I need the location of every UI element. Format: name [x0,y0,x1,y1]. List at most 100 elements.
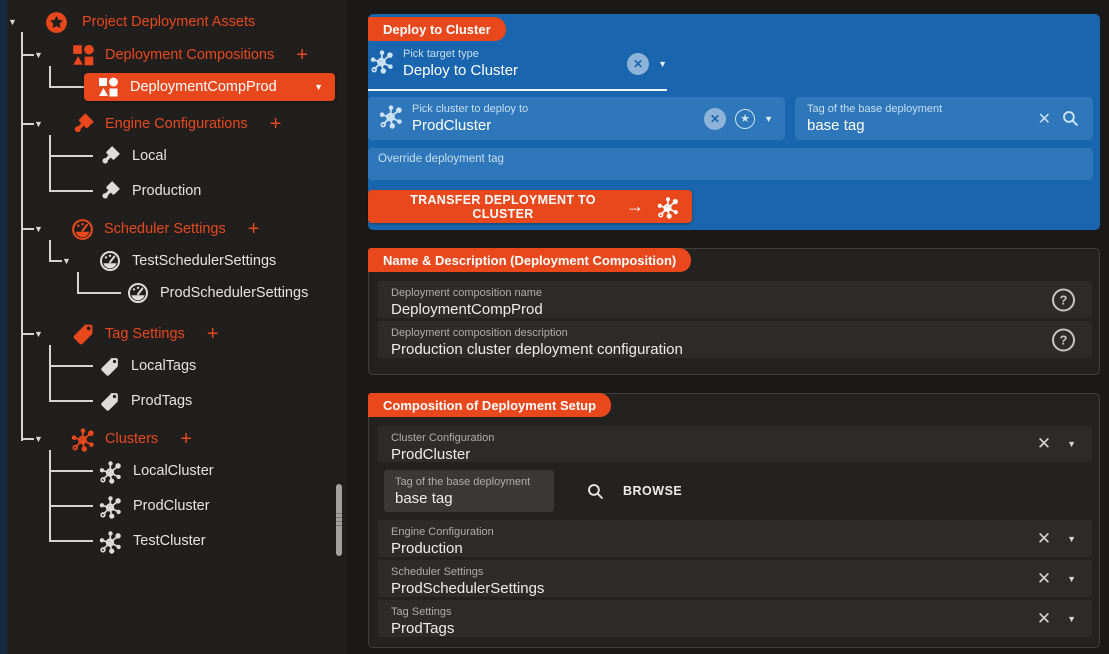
engine-configuration-label: Engine Configuration [391,526,1092,538]
tree-group-scheduler-settings[interactable]: ▼ Scheduler Settings + [34,216,259,242]
tree-item-prod-scheduler-settings[interactable]: ProdSchedulerSettings [126,280,308,306]
cluster-icon [378,103,404,134]
tag-settings-caret-icon[interactable]: ▼ [1067,614,1076,624]
tree-group-label[interactable]: Tag Settings [105,326,185,342]
engine-configuration-select[interactable]: Engine Configuration Production ✕ ▼ [378,520,1092,557]
star-circle-icon[interactable]: ★ [735,109,755,129]
tree-item-local-tags[interactable]: LocalTags [98,353,196,379]
tree-item-test-scheduler-settings[interactable]: ▼ TestSchedulerSettings [62,248,276,274]
tag-settings-select[interactable]: Tag Settings ProdTags ✕ ▼ [378,600,1092,637]
tree-item-label[interactable]: Production [132,183,201,199]
expander-icon[interactable]: ▼ [34,330,46,339]
tree-item-label[interactable]: ProdTags [131,393,192,409]
item-dropdown-caret-icon[interactable]: ▼ [314,82,323,92]
sidebar-scrollbar-thumb[interactable] [336,484,342,556]
cluster-picker-value[interactable]: ProdCluster [412,117,704,134]
tree-item-label[interactable]: Local [132,148,167,164]
cluster-icon [70,426,96,452]
tree-group-deployment-compositions[interactable]: ▼ Deployment Compositions + [34,42,308,68]
override-tag-input[interactable] [368,148,1093,180]
cluster-configuration-select[interactable]: Cluster Configuration ProdCluster ✕ ▼ [378,426,1092,462]
expander-icon[interactable]: ▼ [62,257,74,266]
base-tag-field[interactable]: Tag of the base deployment base tag [384,470,554,512]
help-icon[interactable]: ? [1052,288,1075,311]
cluster-configuration-value[interactable]: ProdCluster [391,446,1092,463]
name-panel-title: Name & Description (Deployment Compositi… [383,253,676,268]
composition-description-value[interactable]: Production cluster deployment configurat… [391,341,1092,358]
add-composition-button[interactable]: + [296,45,308,65]
tree-group-tag-settings[interactable]: ▼ Tag Settings + [34,321,219,347]
cluster-picker-label: Pick cluster to deploy to [412,103,704,115]
add-tag-settings-button[interactable]: + [207,324,219,344]
tree-group-label[interactable]: Deployment Compositions [105,47,274,63]
base-tag-value[interactable]: base tag [395,490,554,507]
base-tag-value[interactable]: base tag [807,117,1038,134]
tree-item-label[interactable]: ProdSchedulerSettings [160,285,308,301]
tree-item-test-cluster[interactable]: TestCluster [98,528,206,554]
engine-icon [98,144,122,168]
tag-settings-value[interactable]: ProdTags [391,620,1092,637]
tree-group-engine-configurations[interactable]: ▼ Engine Configurations + [34,111,281,137]
expander-icon[interactable]: ▼ [34,51,46,60]
engine-config-caret-icon[interactable]: ▼ [1067,534,1076,544]
cluster-icon [98,459,123,484]
tree-item-label[interactable]: LocalTags [131,358,196,374]
tree-item-label[interactable]: DeploymentCompProd [130,79,277,95]
transfer-deployment-button[interactable]: TRANSFER DEPLOYMENT TO CLUSTER → [368,190,692,223]
scheduler-settings-value[interactable]: ProdSchedulerSettings [391,580,1092,597]
scheduler-caret-icon[interactable]: ▼ [1067,574,1076,584]
target-type-caret-icon[interactable]: ▼ [658,59,667,69]
tree-item-label[interactable]: TestCluster [133,533,206,549]
expander-icon[interactable]: ▼ [34,435,46,444]
composition-description-field[interactable]: Deployment composition description Produ… [378,321,1092,358]
deploy-to-cluster-panel: Deploy to Cluster Pick target type Deplo… [368,14,1100,230]
search-icon[interactable] [1060,108,1081,129]
cluster-picker-select[interactable]: Pick cluster to deploy to ProdCluster ✕ … [368,97,785,140]
tree-group-label[interactable]: Clusters [105,431,158,447]
clear-engine-config-button[interactable]: ✕ [1037,529,1051,549]
tree-item-label[interactable]: ProdCluster [133,498,210,514]
tree-root-label[interactable]: Project Deployment Assets [82,14,255,30]
add-cluster-button[interactable]: + [180,429,192,449]
add-scheduler-button[interactable]: + [248,219,260,239]
composition-name-field[interactable]: Deployment composition name DeploymentCo… [378,281,1092,318]
tree-root-project-deployment-assets[interactable]: ▼ Project Deployment Assets [8,9,255,35]
tree-item-label[interactable]: TestSchedulerSettings [132,253,276,269]
clear-tag-settings-button[interactable]: ✕ [1037,609,1051,629]
expander-icon[interactable]: ▼ [8,18,20,27]
tree-connector [49,470,93,472]
tree-item-label[interactable]: LocalCluster [133,463,214,479]
scheduler-settings-select[interactable]: Scheduler Settings ProdSchedulerSettings… [378,560,1092,597]
browse-button[interactable]: BROWSE [585,466,682,516]
expander-icon[interactable]: ▼ [34,120,46,129]
tree-group-label[interactable]: Engine Configurations [105,116,248,132]
clear-cluster-button[interactable]: ✕ [704,108,726,130]
cluster-config-caret-icon[interactable]: ▼ [1067,439,1076,449]
tree-item-production[interactable]: Production [98,178,201,204]
tree-item-prod-cluster[interactable]: ProdCluster [98,493,210,519]
tree-group-label[interactable]: Scheduler Settings [104,221,226,237]
search-icon [585,481,606,502]
override-tag-field[interactable] [368,148,1093,180]
expander-icon[interactable]: ▼ [34,225,46,234]
clear-cluster-config-button[interactable]: ✕ [1037,434,1051,454]
engine-configuration-value[interactable]: Production [391,540,1092,557]
clear-scheduler-button[interactable]: ✕ [1037,569,1051,589]
target-type-select[interactable]: Pick target type Deploy to Cluster ✕ ▼ [368,48,667,79]
cluster-picker-caret-icon[interactable]: ▼ [764,114,773,124]
tree-item-deployment-comp-prod-selected[interactable]: DeploymentCompProd ▼ [84,73,335,101]
clear-base-tag-button[interactable]: ✕ [1038,109,1051,129]
composition-name-value[interactable]: DeploymentCompProd [391,301,1092,318]
tree-item-prod-tags[interactable]: ProdTags [98,388,192,414]
target-type-value[interactable]: Deploy to Cluster [403,62,627,79]
add-engine-config-button[interactable]: + [270,114,282,134]
deploy-panel-title-tab: Deploy to Cluster [368,17,506,41]
tree-connector [49,345,51,402]
sidebar-edge-strip [0,0,7,654]
base-tag-field[interactable]: Tag of the base deployment base tag ✕ [795,97,1093,140]
tree-item-local-cluster[interactable]: LocalCluster [98,458,214,484]
tree-group-clusters[interactable]: ▼ Clusters + [34,426,192,452]
tree-item-local[interactable]: Local [98,143,167,169]
help-icon[interactable]: ? [1052,328,1075,351]
clear-target-type-button[interactable]: ✕ [627,53,649,75]
